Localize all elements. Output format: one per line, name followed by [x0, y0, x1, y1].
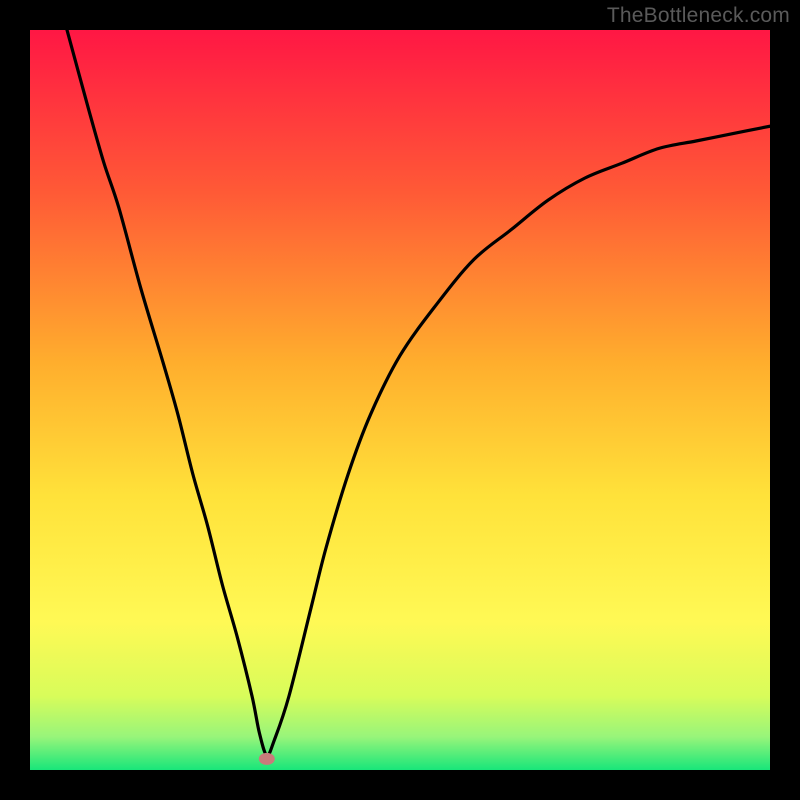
- watermark-text: TheBottleneck.com: [607, 4, 790, 28]
- chart-frame: TheBottleneck.com: [0, 0, 800, 800]
- minimum-marker: [259, 753, 275, 765]
- bottleneck-chart: [30, 30, 770, 770]
- plot-background: [30, 30, 770, 770]
